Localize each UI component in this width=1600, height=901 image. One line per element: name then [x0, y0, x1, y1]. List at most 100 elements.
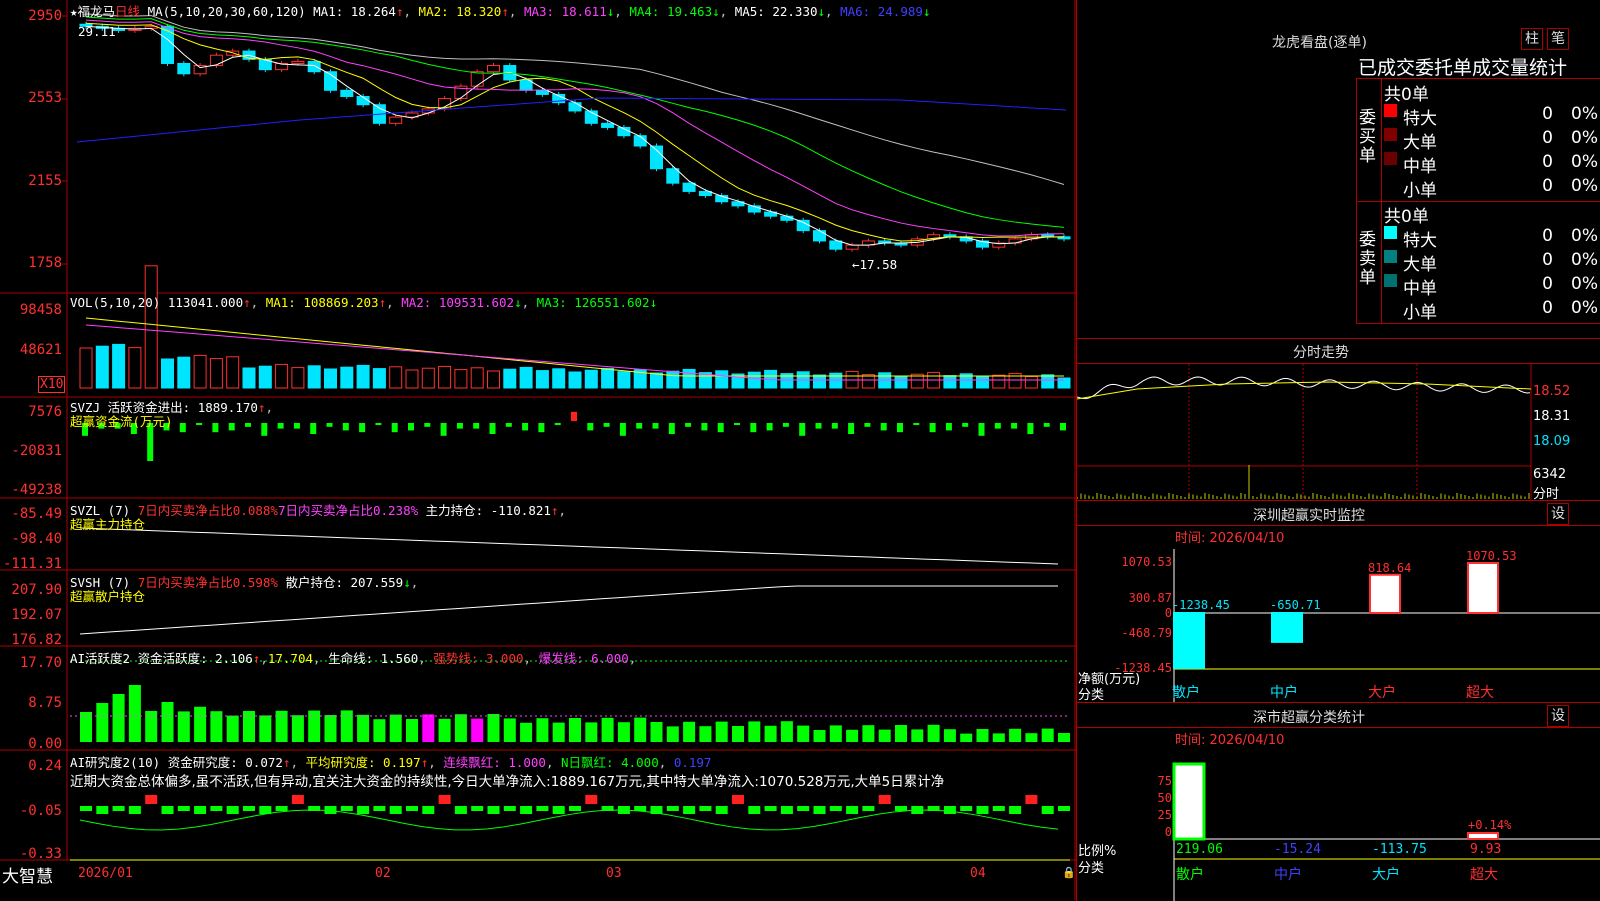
ai1-bar: [243, 711, 255, 742]
svzj-bar: [228, 423, 235, 431]
color-swatch: [1384, 152, 1397, 165]
row-name: 特大: [1403, 231, 1437, 251]
vol-bar: [275, 363, 289, 389]
tick-mode-button[interactable]: 笔: [1547, 28, 1569, 50]
svzj-bar: [717, 423, 724, 433]
ma6-arrow: ↓: [922, 4, 931, 19]
ai1-bar: [617, 722, 630, 742]
svzj-bar: [636, 423, 643, 429]
vol-ma3: MA3: 126551.602: [536, 295, 650, 310]
ai1-bar: [634, 717, 647, 742]
stock-name[interactable]: ★福龙马: [70, 4, 115, 19]
ai2-ytick-3: -0.33: [19, 846, 62, 862]
svzj-bar: [261, 423, 268, 436]
bar-mode-button[interactable]: 柱: [1521, 28, 1543, 50]
ai1-bar: [112, 694, 125, 742]
ai1-bar: [454, 714, 467, 742]
ai1-t4: 强势线: 3.000: [433, 651, 524, 666]
svzj-bar: [701, 423, 708, 431]
svzj-bar: [505, 423, 512, 427]
vol-bar: [1024, 376, 1038, 389]
row-pct: 0%: [1571, 176, 1598, 196]
row-pct: 0%: [1571, 104, 1598, 124]
ai1-bar: [536, 718, 549, 742]
vol-bar: [650, 372, 663, 389]
ai2-bar: [177, 806, 190, 811]
chart-area[interactable]: ★福龙马日线 MA(5,10,20,30,60,120) MA1: 18.264…: [0, 0, 1076, 900]
sell-row: 中单 0 0%: [1384, 274, 1600, 299]
svzj-bar: [1011, 423, 1018, 429]
row-pct: 0%: [1571, 298, 1598, 318]
ai2-bar: [976, 806, 989, 814]
ma3-label: MA3: 18.611: [523, 4, 607, 19]
svzj-sub: 超赢资金流(万元): [70, 414, 173, 429]
ai1-bar: [960, 733, 973, 742]
svzj-ytick-1: 7576: [28, 404, 62, 420]
row-count: 0: [1542, 226, 1553, 246]
ma5-label: MA5: 22.330: [734, 4, 818, 19]
ai1-bar: [259, 715, 272, 742]
ai1-bar: [552, 722, 565, 742]
candle: [682, 182, 696, 192]
svzj-bar: [245, 423, 251, 427]
lock-icon[interactable]: 🔒: [1062, 866, 1076, 879]
ai2-bar: [862, 806, 875, 811]
ai1-bar: [585, 722, 598, 742]
fenshi-panel[interactable]: 分时走势 18.52 18.31 18.09 6342 分时: [1076, 338, 1600, 502]
monitor-ytick: -468.79: [1121, 626, 1172, 640]
vol-bar: [340, 366, 354, 389]
ai1-bar: [308, 710, 321, 742]
candle: [633, 135, 647, 147]
ai2-header: AI研究度2(10) 资金研究度: 0.072↑, 平均研究度: 0.197↑,…: [70, 755, 712, 770]
vol-bar: [177, 356, 191, 389]
kline-ytick-4: 1758: [28, 255, 62, 271]
vol-bar: [503, 368, 517, 389]
monitor-cat: 超大: [1466, 685, 1494, 701]
vol-ma1: MA1: 108869.203: [265, 295, 379, 310]
ai2-bar: [536, 806, 549, 811]
classify-panel: 深市超赢分类统计 设 时间: 2026/04/10 75 50 25 0 +0.14% 2…: [1076, 702, 1600, 901]
svzj-bar: [310, 423, 317, 434]
period-label[interactable]: 日线: [115, 4, 140, 19]
vol-bar: [454, 369, 468, 389]
ai1-bar: [1025, 733, 1038, 742]
svzl-ytick-1: -85.49: [11, 506, 62, 522]
buy-total: 共0单: [1384, 85, 1429, 105]
candle: [177, 62, 191, 75]
ai2-bar: [275, 806, 288, 811]
ai2-arrow2: ↑: [420, 755, 429, 770]
svzj-bar: [880, 423, 887, 431]
candle: [487, 65, 500, 73]
monitor-bar: [1271, 612, 1303, 643]
ai2-bar: [846, 806, 859, 814]
ai1-bar: [829, 725, 842, 742]
ai2-t1: 资金研究度: 0.072: [167, 755, 283, 770]
candle: [209, 54, 223, 67]
fenshi-ytick-3: 18.09: [1533, 434, 1571, 449]
svzj-bar: [456, 423, 463, 429]
svzj-bar: [619, 423, 626, 436]
ai1-bar: [389, 714, 402, 742]
ai2-bar: [1009, 806, 1022, 814]
row-name: 大单: [1403, 255, 1437, 275]
fenshi-chart[interactable]: [1077, 339, 1600, 501]
ai1-bar: [1041, 728, 1054, 742]
candle: [813, 230, 826, 242]
vol-bar: [666, 370, 680, 389]
ai1-bar: [976, 729, 989, 742]
svzj-bar: [962, 423, 969, 427]
row-count: 0: [1542, 152, 1553, 172]
ma-line-4: [85, 16, 1065, 228]
ai1-bar: [1058, 733, 1070, 742]
monitor-bar: [1369, 573, 1401, 614]
ai2-t3: 连续飘红: 1.000: [443, 755, 546, 770]
svzj-bar: [1027, 423, 1034, 434]
vol-arrow: ↑: [243, 295, 251, 310]
classify-bar: [1172, 762, 1206, 841]
svzj-bar: [929, 423, 936, 433]
ai2-bar: [878, 795, 891, 804]
ma2-label: MA2: 18.320: [418, 4, 502, 19]
x-label-1: 2026/01: [78, 866, 133, 881]
vol-bar: [813, 374, 826, 389]
svzj-bar: [831, 423, 838, 429]
